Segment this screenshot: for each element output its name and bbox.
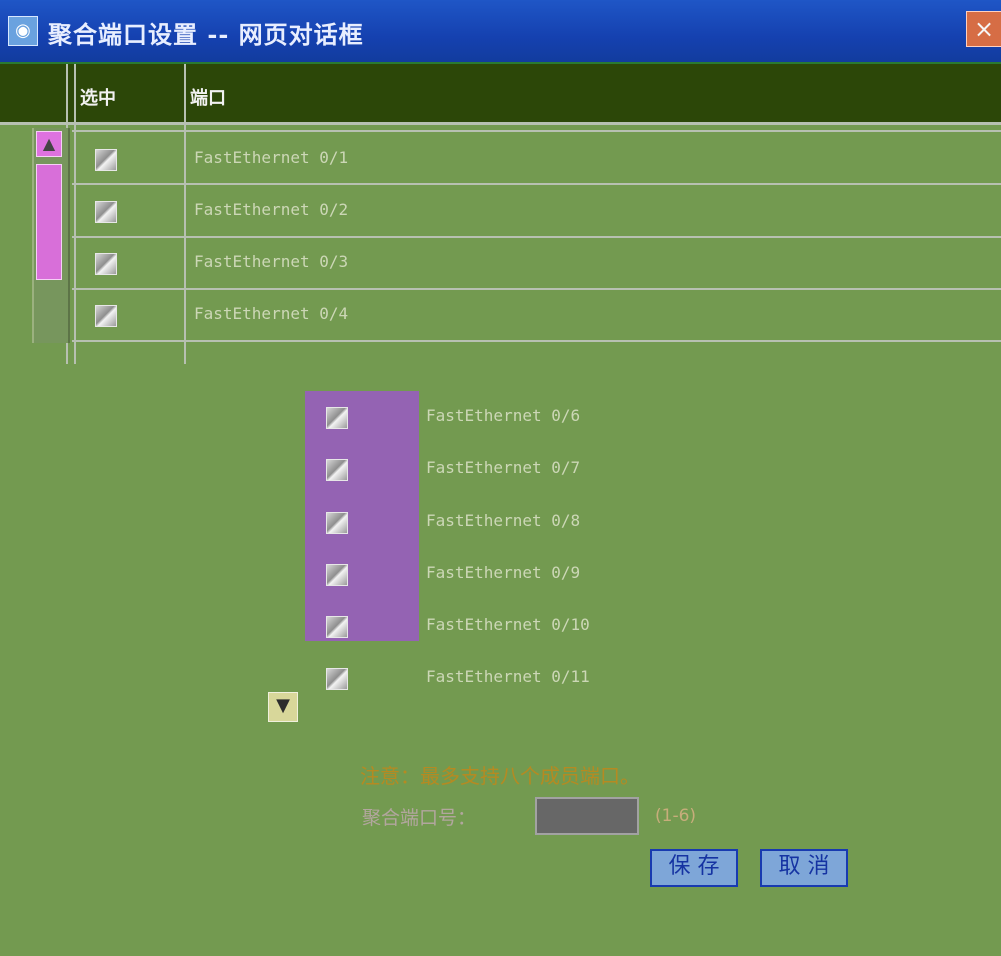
scroll-down-icon[interactable]: ▼ — [268, 692, 298, 722]
port-label-11: FastEthernet 0/11 — [426, 667, 590, 686]
window-icon: ◉ — [8, 16, 38, 46]
highlight-block — [305, 391, 419, 641]
window-title: 聚合端口设置 -- 网页对话框 — [48, 20, 364, 49]
column-divider-inner — [74, 64, 76, 364]
checkbox-icon[interactable] — [95, 253, 117, 275]
checkbox-icon[interactable] — [326, 668, 348, 690]
cancel-button[interactable]: 取 消 — [760, 849, 848, 887]
close-icon[interactable]: × — [966, 11, 1001, 47]
title-bar: ◉ 聚合端口设置 -- 网页对话框 × — [0, 0, 1001, 65]
aggregation-port-label: 聚合端口号： — [362, 807, 477, 829]
checkbox-icon[interactable] — [326, 407, 348, 429]
port-label-1: FastEthernet 0/1 — [194, 148, 349, 167]
checkbox-icon[interactable] — [326, 616, 348, 638]
checkbox-icon[interactable] — [326, 459, 348, 481]
port-label-8: FastEthernet 0/8 — [426, 511, 581, 530]
port-label-6: FastEthernet 0/6 — [426, 406, 581, 425]
row-separator — [72, 183, 1001, 185]
checkbox-icon[interactable] — [326, 564, 348, 586]
scroll-thumb[interactable] — [36, 164, 62, 280]
save-button[interactable]: 保 存 — [650, 849, 738, 887]
port-label-10: FastEthernet 0/10 — [426, 615, 590, 634]
checkbox-icon[interactable] — [326, 512, 348, 534]
port-label-4: FastEthernet 0/4 — [194, 304, 349, 323]
row-separator — [72, 288, 1001, 290]
port-label-7: FastEthernet 0/7 — [426, 458, 581, 477]
port-label-2: FastEthernet 0/2 — [194, 200, 349, 219]
row-separator — [72, 340, 1001, 342]
port-label-3: FastEthernet 0/3 — [194, 252, 349, 271]
row-separator — [72, 130, 1001, 132]
checkbox-icon[interactable] — [95, 149, 117, 171]
aggregation-port-input[interactable] — [535, 797, 639, 835]
hint-text: 注意：最多支持八个成员端口。 — [360, 764, 640, 788]
checkbox-icon[interactable] — [95, 305, 117, 327]
range-text: (1-6) — [655, 806, 697, 826]
column-port: 端口 — [190, 88, 226, 109]
column-selected: 选中 — [80, 88, 116, 109]
port-label-9: FastEthernet 0/9 — [426, 563, 581, 582]
checkbox-icon[interactable] — [95, 201, 117, 223]
column-divider-port — [184, 64, 186, 364]
row-separator — [72, 236, 1001, 238]
scroll-up-icon[interactable]: ▲ — [36, 131, 62, 157]
table-header: 选中 端口 — [0, 64, 1001, 125]
